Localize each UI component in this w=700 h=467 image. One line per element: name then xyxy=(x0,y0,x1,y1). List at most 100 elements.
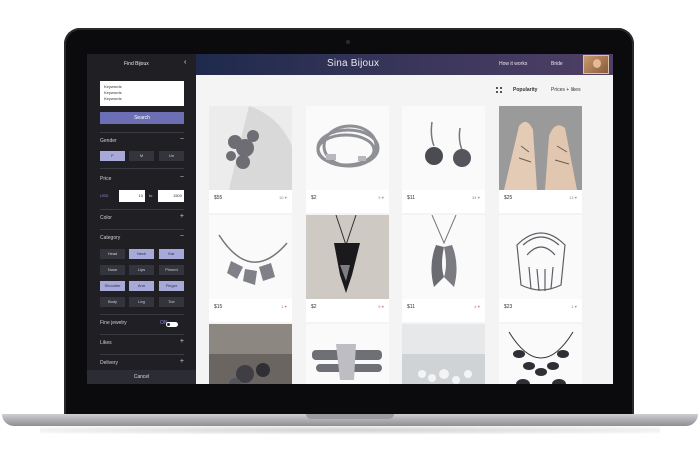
product-card[interactable]: $55 10 ♥ xyxy=(209,106,292,213)
gender-option-un[interactable]: Un xyxy=(159,151,184,161)
category-option-leg[interactable]: Leg xyxy=(129,297,154,307)
price-section-header[interactable]: Price − xyxy=(100,174,184,186)
product-image[interactable] xyxy=(499,324,582,384)
currency-select[interactable]: USD xyxy=(100,190,108,202)
product-likes[interactable]: 10 ♥ xyxy=(279,195,287,200)
product-likes[interactable]: 1 ♥ xyxy=(281,304,287,309)
delivery-section-header[interactable]: Delivery + xyxy=(100,358,184,370)
product-card[interactable]: ♥ xyxy=(402,324,485,384)
expand-icon: + xyxy=(179,213,184,220)
product-image[interactable] xyxy=(402,324,485,384)
category-option-finger[interactable]: Finger xyxy=(159,281,184,291)
chevron-left-icon[interactable]: ‹ xyxy=(184,59,186,66)
top-header: Sina Bijoux How it works Bride xyxy=(196,54,613,75)
likes-count: 1 xyxy=(571,304,574,309)
product-image[interactable] xyxy=(306,106,389,190)
heart-icon: ♥ xyxy=(574,195,577,200)
product-price: $15 xyxy=(214,304,223,310)
collapse-icon: − xyxy=(179,174,184,181)
product-card[interactable]: $11 4 ♥ xyxy=(402,215,485,322)
keyword-line: Keywords xyxy=(104,90,122,95)
fine-jewelry-toggle[interactable] xyxy=(166,322,178,327)
product-price: $25 xyxy=(504,195,513,201)
product-card[interactable]: ♥ xyxy=(499,324,582,384)
product-image[interactable] xyxy=(402,106,485,190)
product-image[interactable] xyxy=(402,215,485,299)
category-option-lips[interactable]: Lips xyxy=(129,265,154,275)
search-button[interactable]: Search xyxy=(100,112,184,124)
category-option-neck[interactable]: Neck xyxy=(129,249,154,259)
screen: Find Bijoux ‹ Keywords Keywords Keywords… xyxy=(87,54,613,384)
nav-how-it-works[interactable]: How it works xyxy=(499,61,527,67)
keyword-line: Keywords xyxy=(104,96,122,101)
nav-bride[interactable]: Bride xyxy=(551,61,563,67)
product-price: $2 xyxy=(311,195,317,201)
product-likes[interactable]: 1 ♥ xyxy=(571,304,577,309)
heart-icon: ♥ xyxy=(477,195,480,200)
price-min-input[interactable]: 10 xyxy=(119,190,145,202)
category-option-shoulder[interactable]: Shoulder xyxy=(100,281,125,291)
expand-icon: + xyxy=(179,358,184,365)
product-image[interactable] xyxy=(499,106,582,190)
heart-icon: ♥ xyxy=(284,304,287,309)
product-card[interactable]: $23 1 ♥ xyxy=(499,215,582,322)
divider xyxy=(100,334,184,335)
product-likes[interactable]: 9 ♥ xyxy=(378,304,384,309)
user-avatar[interactable] xyxy=(583,55,609,74)
category-option-ear[interactable]: Ear xyxy=(159,249,184,259)
keywords-input[interactable]: Keywords Keywords Keywords xyxy=(100,81,184,106)
heart-icon: ♥ xyxy=(574,304,577,309)
product-card[interactable]: $25 13 ♥ xyxy=(499,106,582,213)
likes-count: 34 xyxy=(472,195,477,200)
product-image[interactable] xyxy=(499,215,582,299)
product-card[interactable]: ♥ xyxy=(209,324,292,384)
brand-logo[interactable]: Sina Bijoux xyxy=(327,58,379,69)
heart-icon: ♥ xyxy=(284,195,287,200)
webcam xyxy=(346,40,350,44)
delivery-label: Delivery xyxy=(100,360,119,366)
category-option-pinned[interactable]: Pinned xyxy=(159,265,184,275)
sort-prices-likes[interactable]: Prices + likes xyxy=(551,87,581,93)
price-to-label: to xyxy=(149,193,153,198)
price-label: Price xyxy=(100,176,112,182)
category-option-head[interactable]: Head xyxy=(100,249,125,259)
product-price: $2 xyxy=(311,304,317,310)
product-image[interactable] xyxy=(209,106,292,190)
category-option-toe[interactable]: Toe xyxy=(159,297,184,307)
likes-count: 1 xyxy=(281,304,284,309)
product-card[interactable]: $11 34 ♥ xyxy=(402,106,485,213)
laptop-shadow xyxy=(40,426,660,434)
gender-option-m[interactable]: M xyxy=(129,151,154,161)
grid-view-icon[interactable] xyxy=(496,87,503,94)
product-likes[interactable]: 4 ♥ xyxy=(474,304,480,309)
product-card[interactable]: $15 1 ♥ xyxy=(209,215,292,322)
product-image[interactable] xyxy=(209,215,292,299)
category-option-arm[interactable]: Arm xyxy=(129,281,154,291)
divider xyxy=(100,314,184,315)
category-option-nose[interactable]: Nose xyxy=(100,265,125,275)
product-likes[interactable]: 34 ♥ xyxy=(472,195,480,200)
gender-section-header[interactable]: Gender − xyxy=(100,136,184,148)
product-card[interactable]: $2 9 ♥ xyxy=(306,106,389,213)
divider xyxy=(100,132,184,133)
gender-option-f[interactable]: F xyxy=(100,151,125,161)
product-image[interactable] xyxy=(306,324,389,384)
product-card[interactable]: $2 9 ♥ xyxy=(306,215,389,322)
price-max-input[interactable]: 1500 xyxy=(158,190,184,202)
divider xyxy=(100,168,184,169)
color-section-header[interactable]: Color + xyxy=(100,213,184,225)
product-image[interactable] xyxy=(306,215,389,299)
likes-count: 4 xyxy=(474,304,477,309)
likes-count: 9 xyxy=(378,195,381,200)
product-likes[interactable]: 13 ♥ xyxy=(569,195,577,200)
sort-popularity[interactable]: Popularity xyxy=(513,87,537,93)
cancel-button[interactable]: Cancel xyxy=(87,370,196,384)
product-image[interactable] xyxy=(209,324,292,384)
product-likes[interactable]: 9 ♥ xyxy=(378,195,384,200)
product-card[interactable]: ♥ xyxy=(306,324,389,384)
likes-section-header[interactable]: Likes + xyxy=(100,338,184,350)
likes-count: 13 xyxy=(569,195,574,200)
category-section-header[interactable]: Category − xyxy=(100,233,184,245)
sidebar-header: Find Bijoux ‹ xyxy=(87,54,196,74)
category-option-body[interactable]: Body xyxy=(100,297,125,307)
